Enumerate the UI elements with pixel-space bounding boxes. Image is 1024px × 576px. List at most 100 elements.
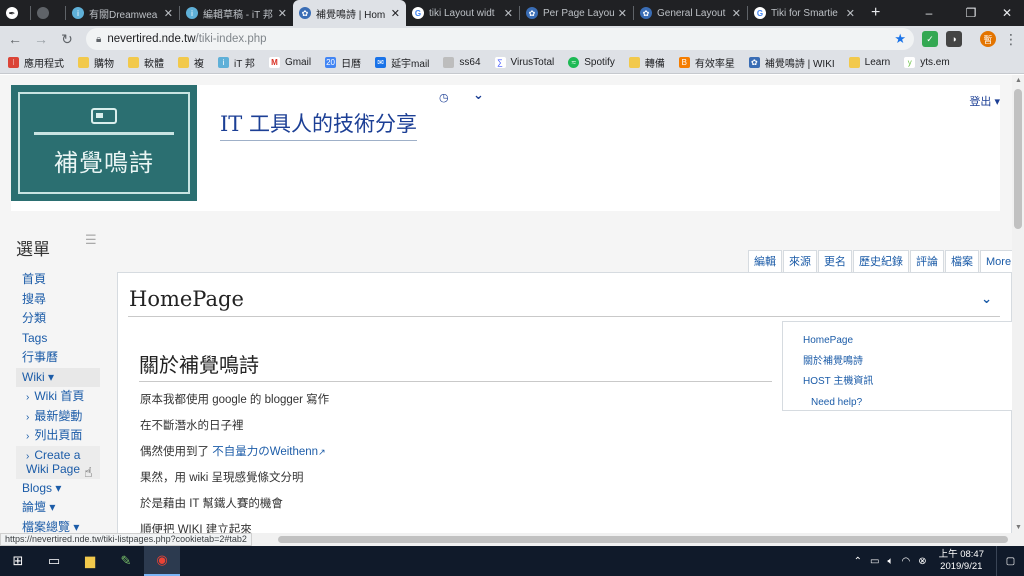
tab-per-page[interactable]: ✿ Per Page Layou ✕	[520, 0, 633, 26]
new-tab-button[interactable]: +	[861, 0, 890, 26]
history-tab[interactable]: 歷史紀錄	[853, 250, 909, 272]
files-tab[interactable]: 檔案	[945, 250, 979, 272]
bookmark-folder[interactable]: 複	[178, 55, 204, 70]
reload-button[interactable]: ↻	[56, 28, 78, 50]
blocked-icon[interactable]: ⊗	[918, 556, 926, 567]
volume-icon[interactable]: 🔈︎	[887, 556, 893, 567]
bookmark-apps[interactable]: ⁝ 應用程式	[8, 55, 64, 70]
bookmark-label: Spotify	[584, 57, 615, 68]
extension-shield-icon[interactable]: ✓	[922, 31, 938, 47]
source-tab[interactable]: 來源	[783, 250, 817, 272]
site-logo[interactable]: 補覺鳴詩	[11, 85, 197, 201]
tab-tiki-smarties[interactable]: G Tiki for Smartie ✕	[748, 0, 861, 26]
tab-general-layout[interactable]: ✿ General Layout ✕	[634, 0, 747, 26]
sidebar-item-tags[interactable]: Tags	[16, 329, 102, 349]
scroll-down-icon[interactable]: ▼	[1015, 524, 1022, 531]
sidebar-item-files[interactable]: 檔案總覽 ▾	[16, 518, 102, 534]
site-title[interactable]: IT 工具人的技術分享	[220, 108, 417, 141]
extension-icon[interactable]: ◑	[946, 31, 962, 47]
bookmark-blogger[interactable]: B 有效率星	[678, 55, 735, 70]
scrollbar-thumb[interactable]	[1014, 89, 1022, 229]
close-icon[interactable]: ✕	[732, 7, 741, 20]
folder-icon	[78, 57, 89, 68]
tab-reaper[interactable]: ✒	[0, 0, 30, 26]
sidebar-item-search[interactable]: 搜尋	[16, 290, 102, 310]
notepad-icon[interactable]: ✎	[108, 546, 144, 576]
bookmark-shopping[interactable]: 購物	[78, 55, 114, 70]
forward-button[interactable]: →	[30, 28, 52, 50]
toc-item[interactable]: HOST 主機資訊	[803, 372, 1012, 393]
notification-icon[interactable]: ▢	[996, 546, 1024, 576]
bookmark-calendar[interactable]: 20 日曆	[325, 55, 361, 70]
bookmark-transfer[interactable]: 轉備	[628, 55, 665, 70]
toc-item[interactable]: 關於補覺鳴詩	[803, 352, 1012, 373]
sidebar-item-calendar[interactable]: 行事曆	[16, 348, 102, 368]
tab-homepage[interactable]: ✿ 補覺鳴詩 | Hom ✕	[293, 0, 406, 26]
sidebar-subitem-wiki-home[interactable]: › Wiki 首頁	[16, 387, 102, 407]
sidebar-subitem-list-pages[interactable]: › 列出頁面	[16, 426, 102, 446]
close-icon[interactable]: ✕	[164, 7, 173, 20]
logout-link[interactable]: 登出 ▾	[969, 93, 1000, 109]
close-icon[interactable]: ✕	[391, 7, 400, 20]
browser-menu-icon[interactable]: ⋮	[1000, 28, 1022, 50]
tab-dreamweaver[interactable]: i 有關Dreamwea ✕	[66, 0, 179, 26]
minimize-button[interactable]: –	[910, 0, 948, 26]
bookmark-wiki[interactable]: ✿ 補覺鳴詩 | WIKI	[748, 55, 835, 70]
tab-ithome-draft[interactable]: i 編輯草稿 - iT 邦 ✕	[180, 0, 293, 26]
tab-tiki-layout[interactable]: Gtiki Layout widt ✕	[406, 0, 519, 26]
rename-tab[interactable]: 更名	[818, 250, 852, 272]
chevron-down-icon[interactable]: ⌄	[981, 291, 992, 307]
address-bar[interactable]: 🔒︎ nevertired.nde.tw/tiki-index.php ★	[86, 28, 914, 50]
sidebar-item-categories[interactable]: 分類	[16, 309, 102, 329]
task-view-icon[interactable]: ▭	[36, 546, 72, 576]
edit-tab[interactable]: 編輯	[748, 250, 782, 272]
weithenn-link[interactable]: 不自量力のWeithenn	[212, 446, 318, 458]
toc-item[interactable]: HomePage	[803, 331, 1012, 352]
network-icon[interactable]: ▭	[870, 556, 879, 567]
bookmark-gmail[interactable]: M Gmail	[268, 57, 311, 68]
site-header: 補覺鳴詩 IT 工具人的技術分享 ◷ ⌄ 登出 ▾	[11, 85, 1000, 211]
windows-start-icon[interactable]: ⊞	[0, 546, 36, 576]
chevron-up-icon[interactable]: ⌃	[854, 556, 862, 567]
toc-item[interactable]: Need help?	[803, 393, 1012, 414]
bookmark-software[interactable]: 軟體	[128, 55, 164, 70]
close-window-button[interactable]: ✕	[988, 0, 1024, 26]
wifi-icon[interactable]: ◠	[901, 556, 910, 567]
sidebar-item-home[interactable]: 首頁	[16, 270, 102, 290]
bookmark-star-icon[interactable]: ★	[894, 31, 906, 47]
bookmark-yts[interactable]: y yts.em	[904, 57, 950, 68]
restore-button[interactable]: ❐	[952, 0, 990, 26]
clock[interactable]: 上午 08:47 2019/9/21	[939, 549, 984, 573]
file-explorer-icon[interactable]: ▆	[72, 546, 108, 576]
bookmark-label: 轉備	[644, 59, 665, 70]
clock-icon[interactable]: ◷	[439, 91, 449, 104]
comments-tab[interactable]: 評論	[910, 250, 944, 272]
tab-label: General Layout	[657, 7, 726, 19]
bookmark-ithome[interactable]: i iT 邦	[218, 55, 255, 70]
sidebar-subitem-recent-changes[interactable]: › 最新變動	[16, 407, 102, 427]
chevron-down-icon[interactable]: ⌄	[473, 87, 484, 103]
sidebar-item-forums[interactable]: 論壇 ▾	[16, 498, 102, 518]
close-icon[interactable]: ✕	[278, 7, 287, 20]
bookmark-virustotal[interactable]: ∑ VirusTotal	[494, 57, 554, 68]
close-icon[interactable]: ✕	[618, 7, 627, 20]
scroll-up-icon[interactable]: ▲	[1015, 77, 1022, 84]
profile-avatar[interactable]: 暫	[980, 31, 996, 47]
vertical-scrollbar[interactable]: ▲ ▼	[1012, 75, 1024, 533]
sidebar-item-blogs[interactable]: Blogs ▾	[16, 479, 102, 499]
paragraph: 果然，用 wiki 呈現感覺條文分明	[140, 472, 304, 484]
bookmark-ss64[interactable]: ss64	[443, 57, 481, 68]
chrome-icon[interactable]: ◉	[144, 546, 180, 576]
bookmark-mail[interactable]: ✉ 延宇mail	[375, 55, 429, 70]
bookmark-learn[interactable]: Learn	[848, 57, 890, 68]
close-icon[interactable]: ✕	[504, 7, 513, 20]
tab-pinned[interactable]	[31, 0, 65, 26]
sidebar-item-wiki[interactable]: Wiki ▾	[16, 367, 100, 387]
scrollbar-thumb[interactable]	[278, 536, 1008, 543]
ithome-icon: i	[186, 7, 198, 19]
more-tab[interactable]: More ▾	[980, 250, 1012, 272]
back-button[interactable]: ←	[4, 28, 26, 50]
close-icon[interactable]: ✕	[846, 7, 855, 20]
lock-icon: 🔒︎	[96, 33, 102, 45]
bookmark-spotify[interactable]: ≈ Spotify	[568, 57, 615, 68]
